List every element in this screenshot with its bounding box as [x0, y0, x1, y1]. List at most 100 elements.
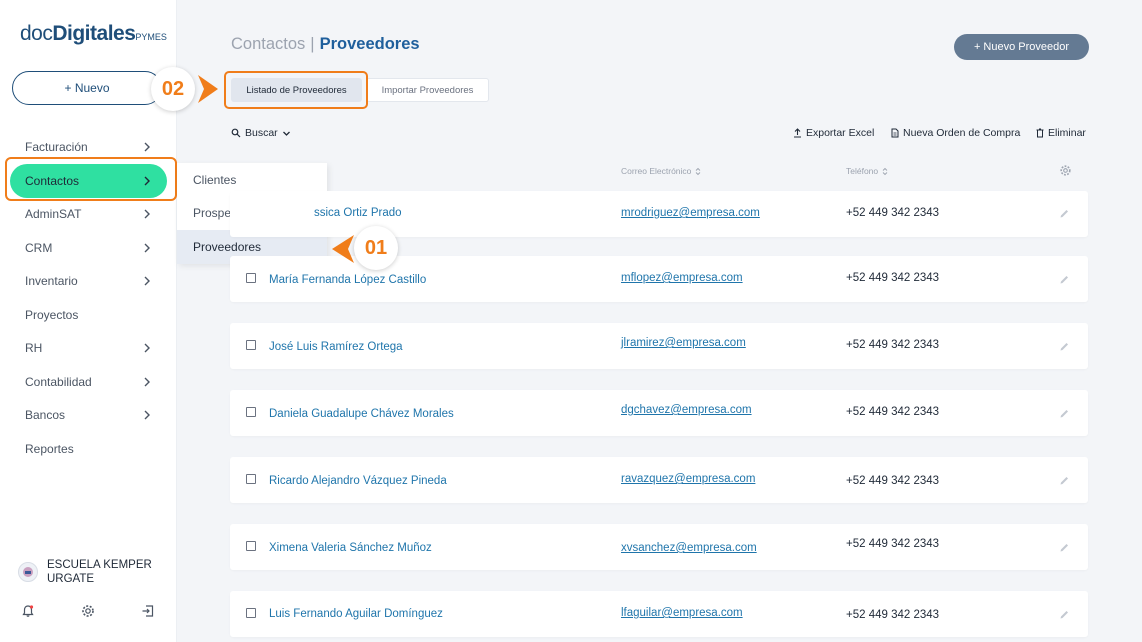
edit-icon[interactable] [1059, 475, 1070, 486]
chevron-right-icon [144, 176, 150, 185]
edit-icon[interactable] [1059, 274, 1070, 285]
new-provider-button[interactable]: + Nuevo Proveedor [954, 34, 1089, 60]
chevron-right-icon [144, 276, 150, 286]
chevron-right-icon [144, 377, 150, 387]
table-row[interactable]: Ricardo Alejandro Vázquez Pineda ravazqu… [230, 457, 1088, 503]
edit-icon[interactable] [1059, 542, 1070, 553]
provider-email[interactable]: lfaguilar@empresa.com [621, 607, 743, 619]
table-row[interactable]: José Luis Ramírez Ortega jlramirez@empre… [230, 323, 1088, 369]
callout-step-01: 01 [354, 226, 398, 270]
provider-name[interactable]: Daniela Guadalupe Chávez Morales [269, 408, 454, 420]
sidebar-footer [0, 603, 177, 623]
new-purchase-order-button[interactable]: Nueva Orden de Compra [891, 127, 1020, 139]
sidebar-item-crm[interactable]: CRM [0, 231, 177, 265]
table-row[interactable]: Ximena Valeria Sánchez Muñoz xvsanchez@e… [230, 524, 1088, 570]
column-header-email[interactable]: Correo Electrónico [621, 166, 701, 176]
provider-email[interactable]: jlramirez@empresa.com [621, 337, 746, 349]
provider-email[interactable]: mflopez@empresa.com [621, 272, 743, 284]
tab-importar-proveedores[interactable]: Importar Proveedores [366, 78, 489, 102]
column-header-phone[interactable]: Teléfono [846, 166, 888, 176]
sort-icon [696, 167, 701, 175]
table-row[interactable]: ssica Ortiz Prado mrodriguez@empresa.com… [230, 191, 1088, 237]
school-logo-icon [23, 567, 33, 577]
user-account[interactable]: ESCUELA KEMPER URGATE [18, 558, 157, 586]
page-title: Proveedores [319, 35, 420, 53]
breadcrumb-separator: | [310, 35, 315, 53]
sidebar-item-label: AdminSAT [25, 207, 82, 222]
sidebar-item-bancos[interactable]: Bancos [0, 399, 177, 433]
provider-email[interactable]: xvsanchez@empresa.com [621, 542, 757, 554]
sidebar-item-facturacion[interactable]: Facturación [0, 130, 177, 164]
provider-phone: +52 449 342 2343 [846, 339, 940, 351]
table-row[interactable]: Daniela Guadalupe Chávez Morales dgchave… [230, 390, 1088, 436]
provider-email[interactable]: dgchavez@empresa.com [621, 404, 752, 416]
sidebar-item-contactos[interactable]: Contactos [10, 163, 167, 198]
logo-digitales: Digitales [52, 22, 136, 45]
search-icon [231, 128, 241, 138]
sidebar-item-proyectos[interactable]: Proyectos [0, 298, 177, 332]
row-checkbox[interactable] [246, 474, 256, 484]
row-checkbox[interactable] [246, 407, 256, 417]
provider-phone: +52 449 342 2343 [846, 406, 940, 418]
provider-email[interactable]: ravazquez@empresa.com [621, 473, 755, 485]
provider-email[interactable]: mrodriguez@empresa.com [621, 207, 760, 219]
row-checkbox[interactable] [246, 273, 256, 283]
sidebar-item-label: RH [25, 341, 43, 356]
table-row[interactable]: Luis Fernando Aguilar Domínguez lfaguila… [230, 591, 1088, 637]
table-settings-icon[interactable] [1059, 164, 1072, 177]
logout-icon[interactable] [140, 603, 156, 619]
document-icon [891, 128, 899, 138]
edit-icon[interactable] [1059, 609, 1070, 620]
row-checkbox[interactable] [246, 541, 256, 551]
edit-icon[interactable] [1059, 341, 1070, 352]
logo-doc: doc [20, 22, 53, 45]
chevron-right-icon [144, 410, 150, 420]
app-logo[interactable]: docDigitalesPYMES [20, 22, 167, 46]
callout-arrow-left-icon [332, 235, 354, 263]
breadcrumb-contactos[interactable]: Contactos [231, 35, 305, 53]
delete-button[interactable]: Eliminar [1036, 127, 1086, 139]
sort-icon [882, 167, 888, 175]
gear-icon[interactable] [80, 603, 96, 619]
provider-phone: +52 449 342 2343 [846, 538, 940, 550]
edit-icon[interactable] [1059, 408, 1070, 419]
row-checkbox[interactable] [246, 608, 256, 618]
sidebar-item-contabilidad[interactable]: Contabilidad [0, 365, 177, 399]
delete-label: Eliminar [1048, 127, 1086, 139]
chevron-right-icon [144, 343, 150, 353]
provider-phone: +52 449 342 2343 [846, 207, 940, 219]
chevron-right-icon [144, 243, 150, 253]
row-checkbox[interactable] [246, 340, 256, 350]
sidebar-item-inventario[interactable]: Inventario [0, 265, 177, 299]
sidebar-item-label: Bancos [25, 408, 66, 423]
table-row[interactable]: María Fernanda López Castillo mflopez@em… [230, 256, 1088, 302]
sidebar-item-adminsat[interactable]: AdminSAT [0, 198, 177, 232]
sidebar-item-label: Contabilidad [25, 374, 92, 389]
sidebar-item-rh[interactable]: RH [0, 332, 177, 366]
sidebar-item-label: Facturación [25, 139, 88, 154]
provider-name[interactable]: María Fernanda López Castillo [269, 274, 426, 286]
search-toggle[interactable]: Buscar [231, 127, 291, 139]
tab-listado-proveedores[interactable]: Listado de Proveedores [231, 78, 362, 102]
sidebar-item-label: Reportes [25, 441, 74, 456]
export-excel-button[interactable]: Exportar Excel [793, 127, 874, 139]
trash-icon [1036, 128, 1044, 138]
chevron-right-icon [144, 142, 150, 152]
sidebar-item-reportes[interactable]: Reportes [0, 432, 177, 466]
upload-icon [794, 128, 801, 138]
column-header-email-label: Correo Electrónico [621, 166, 692, 176]
provider-name[interactable]: José Luis Ramírez Ortega [269, 341, 403, 353]
provider-name[interactable]: Ximena Valeria Sánchez Muñoz [269, 542, 432, 554]
edit-icon[interactable] [1059, 208, 1070, 219]
logo-pymes: PYMES [135, 32, 167, 42]
bell-icon[interactable] [20, 603, 36, 619]
new-purchase-order-label: Nueva Orden de Compra [903, 127, 1021, 139]
breadcrumb: Contactos | Proveedores [231, 35, 420, 54]
sidebar-item-label: Inventario [25, 274, 78, 289]
provider-name[interactable]: ssica Ortiz Prado [314, 207, 402, 219]
export-excel-label: Exportar Excel [806, 127, 875, 139]
sidebar-item-label: Proyectos [25, 307, 79, 322]
new-button[interactable]: + Nuevo [12, 71, 162, 105]
provider-name[interactable]: Ricardo Alejandro Vázquez Pineda [269, 475, 447, 487]
provider-name[interactable]: Luis Fernando Aguilar Domínguez [269, 608, 443, 620]
